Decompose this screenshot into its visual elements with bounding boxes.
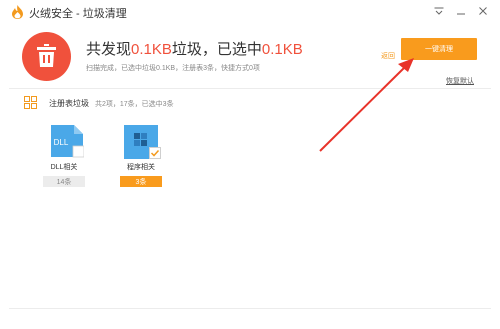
headline-middle: 垃圾，已选中 bbox=[171, 41, 262, 58]
trash-badge bbox=[22, 32, 71, 81]
tile-program[interactable]: 程序相关 3条 bbox=[117, 124, 165, 190]
found-size: 0.1KB bbox=[131, 41, 172, 58]
scan-headline: 共发现0.1KB垃圾，已选中0.1KB bbox=[86, 38, 303, 59]
footer-divider bbox=[9, 308, 491, 309]
header-divider bbox=[9, 88, 491, 89]
tile-dll[interactable]: DLL DLL相关 14条 bbox=[40, 124, 88, 190]
restore-default-link[interactable]: 恢复默认 bbox=[446, 76, 474, 86]
close-icon bbox=[479, 7, 487, 15]
window-title: 火绒安全 - 垃圾清理 bbox=[29, 8, 127, 20]
dll-icon-text: DLL bbox=[54, 138, 69, 147]
category-summary: 共2项，17条，已选中3条 bbox=[95, 101, 174, 108]
grid-icon bbox=[24, 96, 37, 109]
tile-program-count: 3条 bbox=[120, 176, 162, 187]
title-bar: 火绒安全 - 垃圾清理 bbox=[0, 0, 500, 24]
selected-size: 0.1KB bbox=[261, 41, 303, 58]
tile-dll-label: DLL相关 bbox=[50, 164, 78, 171]
trash-icon bbox=[37, 44, 56, 67]
category-title: 注册表垃圾 bbox=[49, 99, 89, 108]
tile-program-label: 程序相关 bbox=[127, 164, 155, 171]
checkbox-checked-icon[interactable] bbox=[149, 147, 161, 159]
minimize-button[interactable] bbox=[452, 2, 470, 20]
menu-icon bbox=[434, 7, 444, 15]
scan-subtitle: 扫描完成，已选中垃圾0.1KB，注册表3条，快捷方式0项 bbox=[86, 65, 260, 72]
dll-file-icon: DLL bbox=[51, 125, 84, 158]
headline-prefix: 共发现 bbox=[86, 41, 132, 58]
tile-dll-count: 14条 bbox=[43, 176, 85, 187]
back-link[interactable]: 返回 bbox=[381, 51, 395, 61]
close-button[interactable] bbox=[474, 2, 492, 20]
one-click-clean-button[interactable]: 一键清理 bbox=[401, 38, 477, 60]
fire-logo-icon bbox=[12, 5, 23, 19]
minimize-icon bbox=[457, 13, 465, 15]
menu-button[interactable] bbox=[430, 2, 448, 20]
